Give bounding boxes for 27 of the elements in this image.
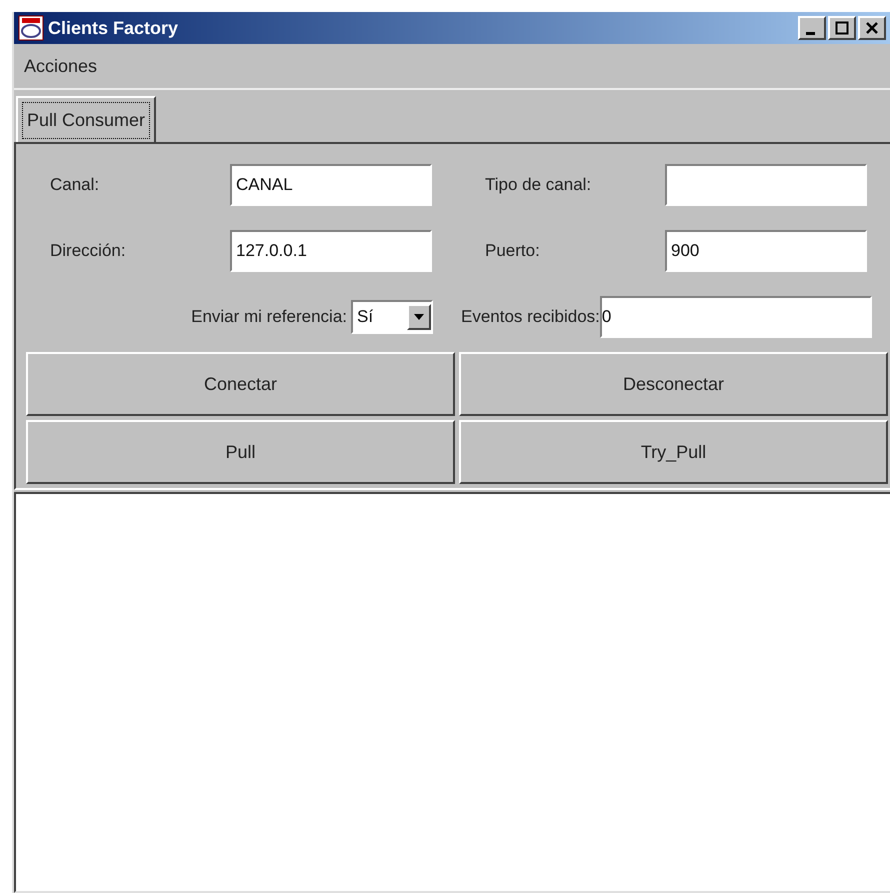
field-label: Canal: [49, 174, 100, 196]
field-label: Eventos recibidos: [461, 306, 600, 328]
minimize-icon [806, 32, 814, 34]
tab[interactable]: Pull Consumer [16, 96, 156, 142]
close-icon [865, 21, 879, 35]
menu-item[interactable]: Acciones [20, 52, 102, 80]
close-button[interactable] [858, 16, 886, 40]
action-button[interactable]: Try_Pull [459, 420, 888, 484]
maximize-button[interactable] [828, 16, 856, 40]
text-field[interactable]: 900 [665, 230, 867, 272]
action-button[interactable]: Conectar [26, 352, 455, 416]
text-field[interactable]: CANAL [230, 164, 432, 206]
field-label: Enviar mi referencia: [191, 306, 347, 328]
caret-icon [407, 304, 431, 330]
maximize-icon [835, 21, 849, 35]
text-field[interactable]: 0 [600, 296, 872, 338]
field-label: Dirección: [49, 240, 127, 262]
action-button[interactable]: Desconectar [459, 352, 888, 416]
action-button[interactable]: Pull [26, 420, 455, 484]
app-icon [18, 15, 44, 41]
minimize-button[interactable] [798, 16, 826, 40]
window-title: Clients Factory [48, 16, 178, 40]
text-field[interactable]: 127.0.0.1 [230, 230, 432, 272]
field-label: Tipo de canal: [484, 174, 592, 196]
dropdown[interactable]: Sí [351, 300, 433, 334]
text-field[interactable] [665, 164, 867, 206]
field-label: Puerto: [484, 240, 541, 262]
